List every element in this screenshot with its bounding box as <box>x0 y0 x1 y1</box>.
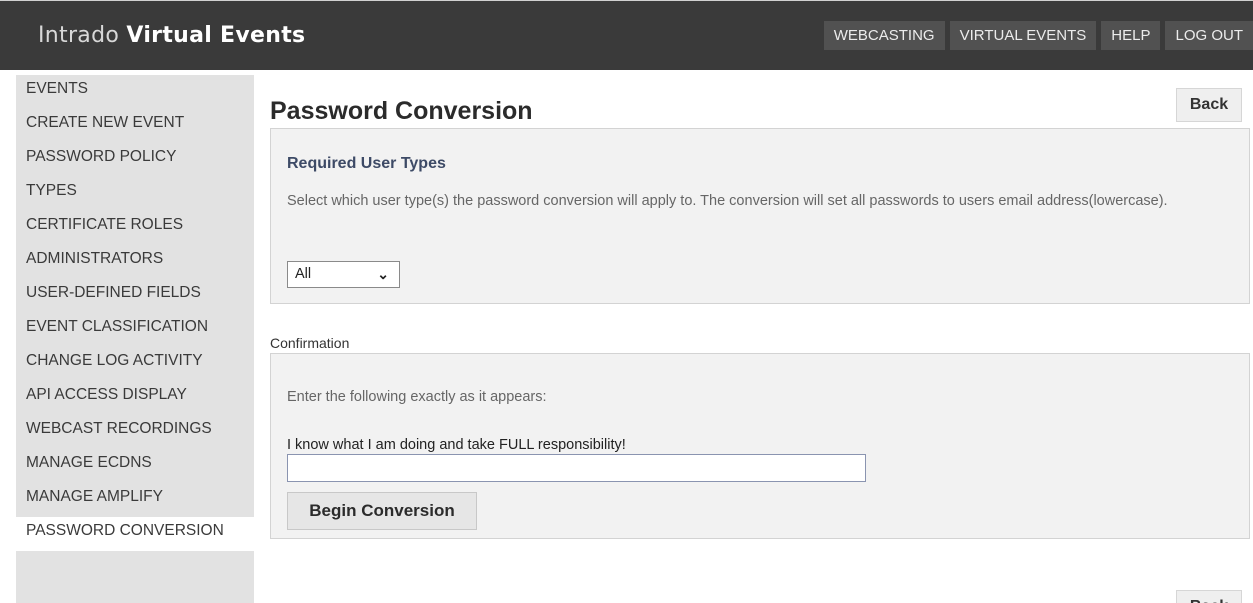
nav-help[interactable]: HELP <box>1101 21 1161 50</box>
sidebar-item-certificate-roles[interactable]: CERTIFICATE ROLES <box>16 211 254 245</box>
sidebar: EVENTS CREATE NEW EVENT PASSWORD POLICY … <box>16 75 254 603</box>
sidebar-item-administrators[interactable]: ADMINISTRATORS <box>16 245 254 279</box>
sidebar-item-password-policy[interactable]: PASSWORD POLICY <box>16 143 254 177</box>
user-types-panel: Required User Types Select which user ty… <box>270 128 1250 304</box>
confirmation-panel: Enter the following exactly as it appear… <box>270 353 1250 539</box>
confirmation-label: Confirmation <box>270 335 350 351</box>
page-title: Password Conversion <box>270 97 533 125</box>
nav-log-out[interactable]: LOG OUT <box>1165 21 1253 50</box>
sidebar-item-password-conversion[interactable]: PASSWORD CONVERSION <box>16 517 254 551</box>
sidebar-item-change-log-activity[interactable]: CHANGE LOG ACTIVITY <box>16 347 254 381</box>
sidebar-item-event-classification[interactable]: EVENT CLASSIFICATION <box>16 313 254 347</box>
user-types-heading: Required User Types <box>287 155 446 172</box>
back-button-bottom[interactable]: Back <box>1176 590 1242 603</box>
confirmation-input[interactable] <box>287 454 866 482</box>
sidebar-item-manage-amplify[interactable]: MANAGE AMPLIFY <box>16 483 254 517</box>
sidebar-item-types[interactable]: TYPES <box>16 177 254 211</box>
top-nav: WEBCASTING VIRTUAL EVENTS HELP LOG OUT <box>823 21 1253 50</box>
sidebar-item-user-defined-fields[interactable]: USER-DEFINED FIELDS <box>16 279 254 313</box>
chevron-down-icon: ⌄ <box>377 266 389 282</box>
user-types-description: Select which user type(s) the password c… <box>287 193 1168 209</box>
sidebar-item-events[interactable]: EVENTS <box>16 75 254 109</box>
sidebar-item-create-new-event[interactable]: CREATE NEW EVENT <box>16 109 254 143</box>
nav-virtual-events[interactable]: VIRTUAL EVENTS <box>949 21 1097 50</box>
top-bar: Intrado Virtual Events WEBCASTING VIRTUA… <box>0 0 1253 70</box>
back-button-top[interactable]: Back <box>1176 88 1242 122</box>
sidebar-item-webcast-recordings[interactable]: WEBCAST RECORDINGS <box>16 415 254 449</box>
logo-light-text: Intrado <box>38 23 127 48</box>
sidebar-item-manage-ecdns[interactable]: MANAGE ECDNS <box>16 449 254 483</box>
user-type-select-value: All <box>295 266 312 282</box>
confirmation-instruction: Enter the following exactly as it appear… <box>287 389 547 405</box>
user-type-select[interactable]: All ⌄ <box>287 261 400 288</box>
sidebar-item-api-access-display[interactable]: API ACCESS DISPLAY <box>16 381 254 415</box>
nav-webcasting[interactable]: WEBCASTING <box>823 21 945 50</box>
app-logo[interactable]: Intrado Virtual Events <box>38 23 305 48</box>
begin-conversion-button[interactable]: Begin Conversion <box>287 492 477 530</box>
confirmation-phrase: I know what I am doing and take FULL res… <box>287 437 626 453</box>
logo-bold-text: Virtual Events <box>126 23 306 48</box>
